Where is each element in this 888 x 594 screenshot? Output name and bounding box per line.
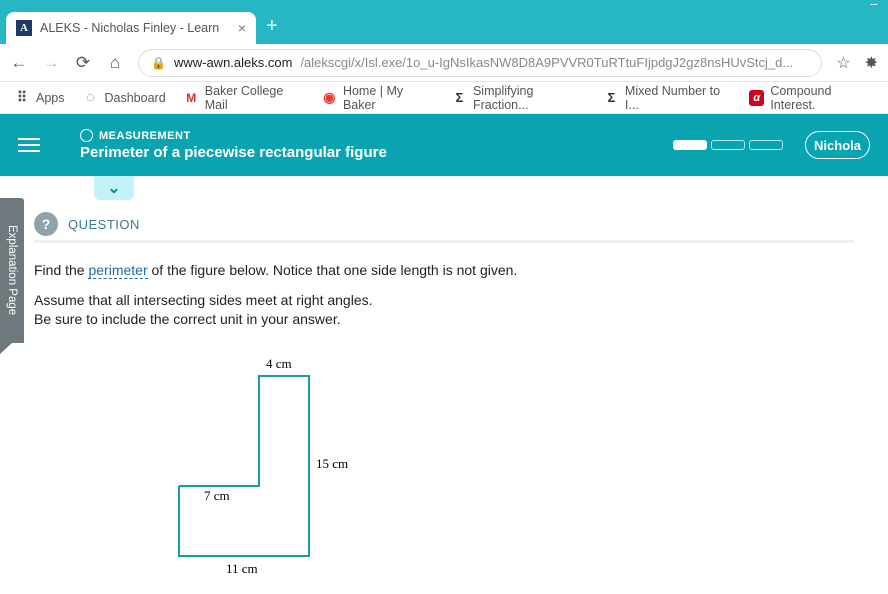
figure-label-top: 4 cm	[266, 356, 292, 372]
figure-label-bottom: 11 cm	[226, 561, 258, 577]
browser-tab[interactable]: A ALEKS - Nicholas Finley - Learn ×	[6, 12, 256, 44]
bookmark-simplifying[interactable]: Σ Simplifying Fraction...	[452, 84, 586, 112]
bookmark-label: Baker College Mail	[205, 84, 304, 112]
menu-button[interactable]	[18, 131, 46, 159]
question-heading: QUESTION	[68, 217, 140, 232]
question-heading-row: ? QUESTION	[34, 212, 854, 236]
topic-category: MEASUREMENT	[80, 129, 387, 142]
header-right: Nichola	[673, 131, 870, 159]
topic-title: Perimeter of a piecewise rectangular fig…	[80, 144, 387, 161]
category-icon	[80, 129, 93, 142]
extensions-icon[interactable]: ✸	[865, 53, 878, 73]
bookmark-mixed-number[interactable]: Σ Mixed Number to I...	[604, 84, 731, 112]
dashboard-icon: ◌	[83, 90, 99, 106]
user-name: Nichola	[814, 138, 861, 153]
forward-button[interactable]: →	[42, 53, 60, 73]
progress-segment	[673, 140, 707, 150]
url-host: www-awn.aleks.com	[174, 55, 292, 70]
bookmark-apps[interactable]: ⠿ Apps	[14, 90, 65, 106]
reload-button[interactable]: ⟳	[74, 53, 92, 73]
home-button[interactable]: ⌂	[106, 53, 124, 73]
question-mark-icon: ?	[34, 212, 58, 236]
minimize-button[interactable]: −	[870, 0, 878, 8]
question-line1: Find the perimeter of the figure below. …	[34, 261, 854, 281]
chevron-down-icon: ⌄	[107, 178, 120, 198]
back-button[interactable]: ←	[10, 53, 28, 73]
aleks-header: MEASUREMENT Perimeter of a piecewise rec…	[0, 114, 888, 176]
bookmark-label: Dashboard	[105, 91, 166, 105]
bookmark-baker-mail[interactable]: M Baker College Mail	[184, 84, 304, 112]
question-line2: Assume that all intersecting sides meet …	[34, 291, 854, 330]
bookmark-label: Apps	[36, 91, 65, 105]
new-tab-button[interactable]: +	[266, 15, 278, 38]
topic-heading: MEASUREMENT Perimeter of a piecewise rec…	[80, 129, 387, 161]
close-tab-icon[interactable]: ×	[238, 20, 246, 36]
figure-label-left: 7 cm	[204, 488, 230, 504]
figure-label-right: 15 cm	[316, 456, 348, 472]
perimeter-link[interactable]: perimeter	[88, 262, 147, 279]
bookmark-label: Home | My Baker	[343, 84, 434, 112]
bookmark-star-icon[interactable]: ☆	[836, 53, 850, 73]
home-icon: ◉	[322, 90, 337, 106]
bookmark-home-baker[interactable]: ◉ Home | My Baker	[322, 84, 434, 112]
figure: 4 cm 15 cm 7 cm 11 cm	[154, 356, 374, 586]
category-label: MEASUREMENT	[99, 130, 191, 142]
mail-icon: M	[184, 90, 199, 106]
sigma-icon: Σ	[604, 90, 619, 106]
tab-title: ALEKS - Nicholas Finley - Learn	[40, 21, 219, 35]
window-controls: −	[870, 0, 878, 8]
address-bar-row: ← → ⟳ ⌂ 🔒 www-awn.aleks.com /alekscgi/x/…	[0, 44, 888, 82]
bookmark-dashboard[interactable]: ◌ Dashboard	[83, 90, 166, 106]
bookmarks-bar: ⠿ Apps ◌ Dashboard M Baker College Mail …	[0, 82, 888, 114]
progress-indicator	[673, 140, 783, 150]
bookmark-label: Mixed Number to I...	[625, 84, 731, 112]
aleks-favicon: A	[16, 20, 32, 36]
progress-segment	[711, 140, 745, 150]
divider	[34, 240, 854, 243]
sigma-icon: Σ	[452, 90, 467, 106]
lock-icon: 🔒	[151, 56, 166, 70]
dropdown-toggle[interactable]: ⌄	[94, 176, 134, 200]
user-button[interactable]: Nichola	[805, 131, 870, 159]
bookmark-label: Compound Interest.	[770, 84, 874, 112]
question-body: Find the perimeter of the figure below. …	[34, 261, 854, 330]
browser-tab-strip: A ALEKS - Nicholas Finley - Learn × +	[0, 8, 888, 44]
bookmark-label: Simplifying Fraction...	[473, 84, 586, 112]
window-titlebar: −	[0, 0, 888, 8]
progress-segment	[749, 140, 783, 150]
alpha-icon: α	[749, 90, 764, 106]
url-path: /alekscgi/x/Isl.exe/1o_u-IgNsIkasNW8D8A9…	[300, 55, 793, 70]
address-bar[interactable]: 🔒 www-awn.aleks.com /alekscgi/x/Isl.exe/…	[138, 49, 822, 77]
bookmark-compound[interactable]: α Compound Interest.	[749, 84, 874, 112]
apps-icon: ⠿	[14, 90, 30, 106]
content-area: ⌄ ? QUESTION Find the perimeter of the f…	[0, 176, 888, 586]
